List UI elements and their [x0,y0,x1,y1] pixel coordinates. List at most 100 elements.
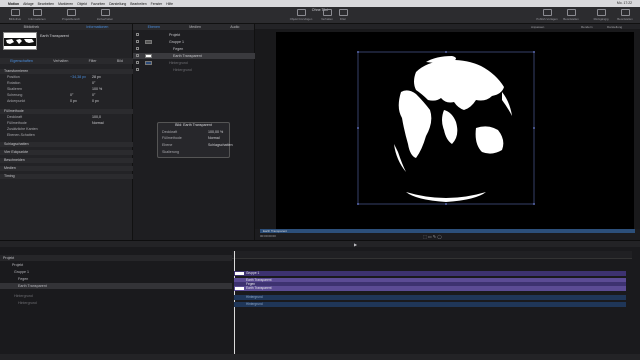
layer-visibility-checkbox[interactable] [136,68,139,71]
menu-item[interactable]: Darstellung [109,2,126,6]
menu-item[interactable]: Markieren [58,2,73,6]
anchor-y-value[interactable]: 0 px [92,99,99,104]
hud-row[interactable]: Ebene Schlagschatten [162,143,233,148]
compositing-section-header[interactable]: Füllmethode [0,109,133,114]
view-menu[interactable]: Darstellung [607,25,622,29]
property-row-scale[interactable]: Skalieren 100 % [0,87,133,92]
tab-layers[interactable]: Ebenen [148,25,160,29]
tab-filters[interactable]: Filter [89,59,97,63]
hud-panel[interactable]: Bild: Earth Transparent Deckkraft 100,00 … [157,122,233,158]
layer-row[interactable]: Fegen [133,46,255,52]
layer-visibility-checkbox[interactable] [136,33,139,36]
project-pane-button[interactable]: Projektbereich [58,9,84,21]
publish-button-label: Publish-Vorlagen [536,17,558,21]
property-row-anchor[interactable]: Ankerpunkt 0 px 0 px [0,99,133,104]
selected-layer-timebar[interactable]: Earth Transparent [260,229,635,233]
tab-info[interactable]: Informationen [86,25,108,29]
canvas[interactable] [276,32,634,229]
timeline-row[interactable]: Projekt [0,262,232,268]
earth-globe-image[interactable] [276,32,634,229]
menu-item[interactable]: Objekt [77,2,87,6]
property-row-position[interactable]: Position −34,38 px 28 px [0,75,133,80]
layer-row[interactable]: Projekt [133,32,255,38]
opacity-value[interactable]: 100,0 [92,115,101,120]
layer-visibility-checkbox[interactable] [136,61,139,64]
layer-thumbnail [145,61,152,65]
anchor-x-value[interactable]: 0 px [70,99,77,104]
timeline-bar[interactable]: Gruppe 1 [234,271,626,276]
hud-row[interactable]: Skalierung [162,150,228,155]
filters-button[interactable]: Filter [330,9,356,21]
position-y-value[interactable]: 28 px [92,75,101,80]
timeline-row[interactable]: Gruppe 1 [0,269,232,275]
hud-value[interactable]: Normal [208,136,220,141]
property-row-rotation[interactable]: Rotation 0° [0,81,133,86]
property-row-extra-edges[interactable]: Zusätzliche Kanten [0,127,133,132]
layer-row[interactable]: Gruppe 1 [133,39,255,45]
share-button-2[interactable]: Bereitstellen [612,9,638,21]
timeline-row[interactable]: Hintergrund [0,300,232,306]
property-row-layer-shadows[interactable]: Ebenen-Schatten [0,133,133,138]
zoom-menu[interactable]: Anpassen [531,25,544,29]
undo-button[interactable]: Rückgängig [588,9,614,21]
tab-audio[interactable]: Audio [230,25,239,29]
transform-section-header[interactable]: Transformieren [0,69,133,74]
four-corner-section[interactable]: Vier Eckpunkte [0,150,133,155]
timeline-bar-selected[interactable]: Earth Transparent [234,286,626,291]
tab-library[interactable]: Bibliothek [24,25,40,29]
position-x-value[interactable]: −34,38 px [70,75,86,80]
crop-section[interactable]: Beschneiden [0,158,133,163]
menu-item[interactable]: Bearbeiten [38,2,54,6]
property-row-opacity[interactable]: Deckkraft 100,0 [0,115,133,120]
tab-image[interactable]: Bild [117,59,123,63]
property-row-blend-mode[interactable]: Füllmethode Normal [0,121,133,126]
timeline-bar[interactable]: Hintergrund [234,302,626,307]
filters-icon [338,9,348,16]
menu-app-name[interactable]: Motion [8,2,19,6]
menu-item[interactable]: Hilfe [166,2,173,6]
timeline-ruler[interactable] [232,251,632,259]
hud-row[interactable]: Füllmethode Normal [162,136,228,141]
timeline-row[interactable]: Hintergrund [0,293,232,299]
menu-item[interactable]: Bearbeiten [130,2,146,6]
share-button[interactable]: Bereitstellen [558,9,584,21]
menu-item[interactable]: Favoriten [91,2,105,6]
shear-x-value[interactable]: 0° [70,93,73,98]
layer-visibility-checkbox[interactable] [136,54,139,57]
timeline-row-selected[interactable]: Earth Transparent [0,283,232,289]
shear-y-value[interactable]: 0° [92,93,95,98]
timing-pane-button[interactable]: Zeitverhalten [92,9,118,21]
timeline-row[interactable]: Fegen [0,276,232,282]
menu-item[interactable]: Ablage [23,2,34,6]
timeline-bar[interactable]: Hintergrund [234,295,626,300]
hud-row[interactable]: Deckkraft 100,00 % [162,130,228,135]
layer-row[interactable]: Hintergrund [133,67,255,73]
layer-visibility-checkbox[interactable] [136,47,139,50]
layer-row[interactable]: Hintergrund [133,60,255,66]
property-row-shear[interactable]: Scherung 0° 0° [0,93,133,98]
project-pane-icon [66,9,76,16]
tab-behaviors[interactable]: Verhalten [53,59,68,63]
layer-row-selected[interactable]: Earth Transparent [133,53,255,59]
layer-visibility-checkbox[interactable] [136,40,139,43]
hud-value[interactable]: Schlagschatten [208,143,233,148]
inspector-icon [32,9,42,16]
add-object-button[interactable]: Objekt hinzufügen [288,9,314,21]
play-icon[interactable]: ▶ [354,242,357,247]
tab-media[interactable]: Medien [189,25,201,29]
timecode-display[interactable]: 00:00:00:00 [260,234,276,238]
media-section[interactable]: Medien [0,166,133,171]
scale-value[interactable]: 100 % [92,87,102,92]
timing-section[interactable]: Timing [0,174,133,179]
drop-shadow-section[interactable]: Schlagschatten [0,142,133,147]
share-button-2-label: Bereitstellen [617,17,633,21]
render-menu[interactable]: Rendern [581,25,593,29]
rotation-value[interactable]: 0° [92,81,95,86]
tab-properties[interactable]: Eigenschaften [10,59,33,63]
hud-value[interactable]: 100,00 % [208,130,223,135]
blend-mode-value[interactable]: Normal [92,121,104,126]
canvas-tools-icon[interactable]: ⬚ ▭ ✎ ◯ [423,234,442,239]
inspector-button[interactable]: Informationen [24,9,50,21]
menu-item[interactable]: Fenster [151,2,163,6]
publish-templates-button[interactable]: Publish-Vorlagen [534,9,560,21]
